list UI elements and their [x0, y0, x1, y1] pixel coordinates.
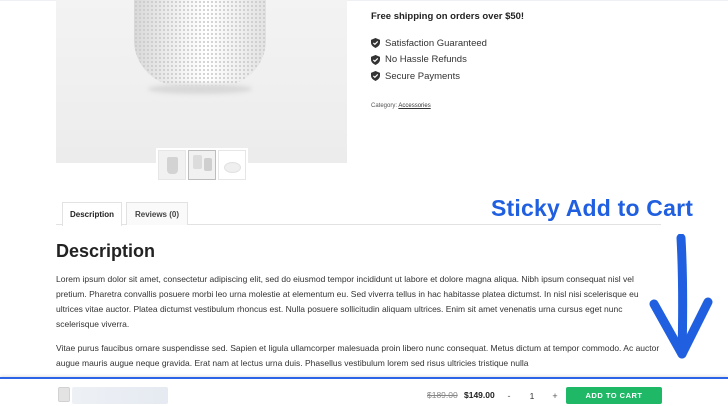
shield-check-icon: [371, 54, 380, 65]
feature-item: Satisfaction Guaranteed: [371, 35, 487, 52]
feature-item: Secure Payments: [371, 68, 487, 85]
speaker-shadow: [148, 84, 252, 94]
feature-label: Satisfaction Guaranteed: [385, 37, 487, 49]
sticky-cart-callout: Sticky Add to Cart: [491, 195, 694, 221]
quantity-decrease-button[interactable]: -: [502, 391, 516, 401]
old-price: $189.00: [427, 390, 458, 400]
add-to-cart-button[interactable]: ADD TO CART: [566, 387, 662, 404]
thumbnail-1[interactable]: [158, 150, 186, 180]
speaker-image: [134, 0, 266, 86]
description-paragraph: Lorem ipsum dolor sit amet, consectetur …: [56, 274, 639, 329]
feature-list: Satisfaction Guaranteed No Hassle Refund…: [371, 35, 487, 85]
sticky-product-thumbnail: [58, 387, 70, 402]
description-paragraph: Vitae purus faucibus ornare suspendisse …: [56, 343, 660, 368]
tab-reviews[interactable]: Reviews (0): [126, 202, 188, 225]
description-heading: Description: [56, 241, 156, 261]
sticky-add-to-cart-bar: $189.00 $149.00 - 1 + ADD TO CART: [0, 377, 728, 406]
shield-check-icon: [371, 38, 380, 49]
sale-price: $149.00: [464, 390, 495, 400]
shield-check-icon: [371, 71, 380, 82]
product-main-image[interactable]: [56, 0, 347, 163]
category-label: Category:: [371, 103, 398, 109]
tab-description[interactable]: Description: [62, 202, 122, 226]
product-thumbnails: [156, 148, 248, 182]
feature-label: Secure Payments: [385, 70, 460, 82]
feature-label: No Hassle Refunds: [385, 54, 467, 66]
feature-item: No Hassle Refunds: [371, 52, 487, 69]
thumbnail-3[interactable]: [218, 150, 246, 180]
shipping-note: Free shipping on orders over $50!: [371, 11, 525, 22]
arrow-down-icon: [649, 234, 713, 359]
category-link[interactable]: Accessories: [398, 103, 430, 109]
product-category: Category: Accessories: [371, 103, 431, 109]
quantity-stepper: - 1 +: [502, 387, 562, 404]
sticky-product-title: [72, 387, 168, 404]
quantity-increase-button[interactable]: +: [548, 391, 562, 401]
quantity-input[interactable]: 1: [516, 391, 548, 401]
thumbnail-2[interactable]: [188, 150, 216, 180]
